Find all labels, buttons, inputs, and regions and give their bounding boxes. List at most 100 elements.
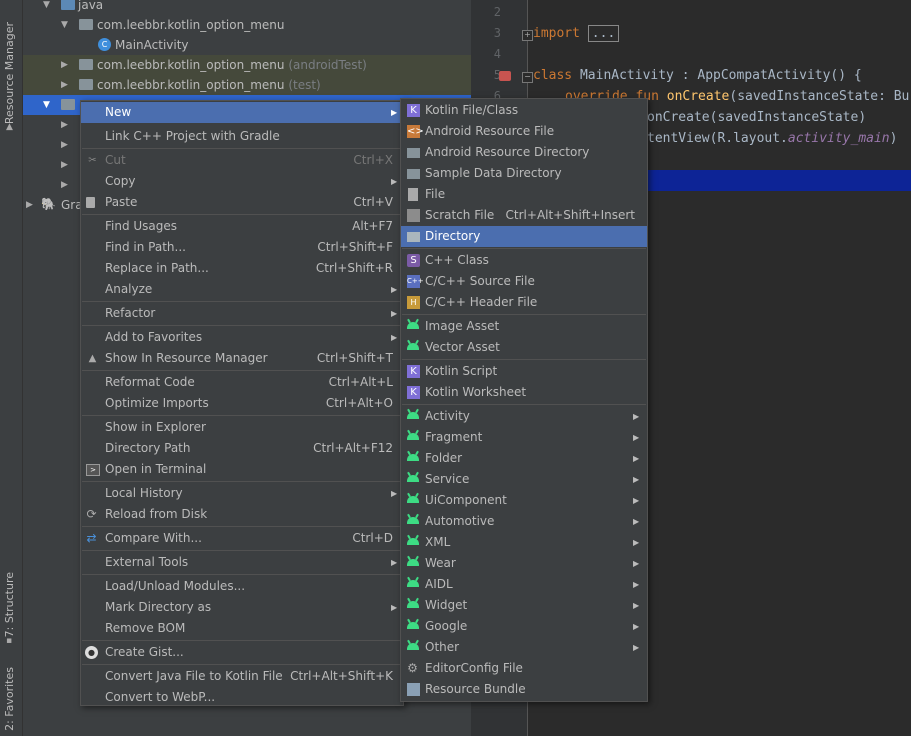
new-service[interactable]: Service ▶ xyxy=(401,469,647,490)
menu-item-add-to-favorites[interactable]: Add to Favorites ▶ xyxy=(81,327,403,348)
folder-icon xyxy=(407,169,420,179)
menu-item-convert-to-webp[interactable]: Convert to WebP... xyxy=(81,687,403,708)
menu-item-local-history[interactable]: Local History ▶ xyxy=(81,483,403,504)
submenu-arrow-icon: ▶ xyxy=(391,333,398,342)
menu-item-mark-directory-as[interactable]: Mark Directory as ▶ xyxy=(81,597,403,618)
collapse-arrow-icon[interactable]: ▶ xyxy=(61,115,68,135)
menu-item-paste[interactable]: Paste Ctrl+V xyxy=(81,192,403,213)
menu-item-show-in-resource-manager[interactable]: ▲ Show In Resource Manager Ctrl+Shift+T xyxy=(81,348,403,369)
new-kotlin-worksheet[interactable]: K Kotlin Worksheet xyxy=(401,382,647,403)
new-kotlin-file[interactable]: K Kotlin File/Class xyxy=(401,100,647,121)
menu-item-convert-java-to-kotlin[interactable]: Convert Java File to Kotlin File Ctrl+Alt… xyxy=(81,666,403,687)
new-file[interactable]: File xyxy=(401,184,647,205)
new-uicomponent[interactable]: UiComponent ▶ xyxy=(401,490,647,511)
new-scratch-file[interactable]: Scratch File Ctrl+Alt+Shift+Insert xyxy=(401,205,647,226)
menu-item-load-unload-modules[interactable]: Load/Unload Modules... xyxy=(81,576,403,597)
expand-arrow-icon[interactable]: ▼ xyxy=(43,0,50,15)
menu-item-open-in-terminal[interactable]: > Open in Terminal xyxy=(81,459,403,480)
new-widget[interactable]: Widget ▶ xyxy=(401,595,647,616)
line-number: 5 xyxy=(493,68,501,82)
collapse-arrow-icon[interactable]: ▶ xyxy=(61,135,68,155)
new-wear[interactable]: Wear ▶ xyxy=(401,553,647,574)
tree-row-package-test[interactable]: ▶ com.leebbr.kotlin_option_menu (test) xyxy=(23,75,471,95)
android-icon xyxy=(407,538,419,545)
collapse-arrow-icon[interactable]: ▶ xyxy=(26,195,33,215)
tree-suffix: (test) xyxy=(288,78,321,92)
android-icon xyxy=(407,580,419,587)
kotlin-file-icon: K xyxy=(407,104,420,117)
menu-item-refactor[interactable]: Refactor ▶ xyxy=(81,303,403,324)
menu-item-find-in-path[interactable]: Find in Path... Ctrl+Shift+F xyxy=(81,237,403,258)
android-icon xyxy=(407,475,419,482)
fold-plus-icon[interactable]: + xyxy=(522,30,533,41)
menu-item-replace-in-path[interactable]: Replace in Path... Ctrl+Shift+R xyxy=(81,258,403,279)
menu-item-optimize-imports[interactable]: Optimize Imports Ctrl+Alt+O xyxy=(81,393,403,414)
tool-window-strip: Resource Manager ▲ 7: Structure ▪ 2: Fav… xyxy=(0,0,23,736)
menu-item-link-cpp[interactable]: Link C++ Project with Gradle xyxy=(81,126,403,147)
menu-item-external-tools[interactable]: External Tools ▶ xyxy=(81,552,403,573)
class-keyword: class xyxy=(533,68,573,83)
new-android-resource-file[interactable]: <> Android Resource File xyxy=(401,121,647,142)
fold-minus-icon[interactable]: − xyxy=(522,72,533,83)
package-icon xyxy=(79,79,93,90)
tree-row-java[interactable]: ▼ java xyxy=(23,0,471,15)
new-editorconfig[interactable]: ⚙ EditorConfig File xyxy=(401,658,647,679)
menu-item-cut[interactable]: ✂ Cut Ctrl+X xyxy=(81,150,403,171)
menu-item-directory-path[interactable]: Directory Path Ctrl+Alt+F12 xyxy=(81,438,403,459)
collapse-arrow-icon[interactable]: ▶ xyxy=(61,75,68,95)
new-android-resource-directory[interactable]: Android Resource Directory xyxy=(401,142,647,163)
new-cpp-source[interactable]: C++ C/C++ Source File xyxy=(401,271,647,292)
favorites-tab[interactable]: 2: Favorites xyxy=(3,667,16,731)
resource-file-icon: <> xyxy=(407,125,424,138)
menu-item-reformat-code[interactable]: Reformat Code Ctrl+Alt+L xyxy=(81,372,403,393)
menu-item-new[interactable]: New ▶ xyxy=(81,102,403,123)
new-kotlin-script[interactable]: K Kotlin Script xyxy=(401,361,647,382)
menu-item-remove-bom[interactable]: Remove BOM xyxy=(81,618,403,639)
tree-row-main-activity[interactable]: C MainActivity xyxy=(23,35,471,55)
submenu-arrow-icon: ▶ xyxy=(633,601,640,610)
collapse-arrow-icon[interactable]: ▶ xyxy=(61,155,68,175)
submenu-arrow-icon: ▶ xyxy=(633,496,640,505)
new-cpp-class[interactable]: S C++ Class xyxy=(401,250,647,271)
new-resource-bundle[interactable]: Resource Bundle xyxy=(401,679,647,700)
menu-item-analyze[interactable]: Analyze ▶ xyxy=(81,279,403,300)
submenu-arrow-icon: ▶ xyxy=(633,643,640,652)
new-activity[interactable]: Activity ▶ xyxy=(401,406,647,427)
menu-item-find-usages[interactable]: Find Usages Alt+F7 xyxy=(81,216,403,237)
new-fragment[interactable]: Fragment ▶ xyxy=(401,427,647,448)
new-other[interactable]: Other ▶ xyxy=(401,637,647,658)
menu-item-compare-with[interactable]: ⇄ Compare With... Ctrl+D xyxy=(81,528,403,549)
new-sample-data-directory[interactable]: Sample Data Directory xyxy=(401,163,647,184)
menu-item-copy[interactable]: Copy ▶ xyxy=(81,171,403,192)
kotlin-class-icon: C xyxy=(98,38,111,51)
setcontent-call: tentView(R.layout. xyxy=(647,131,788,146)
new-directory[interactable]: Directory xyxy=(401,226,647,247)
new-vector-asset[interactable]: Vector Asset xyxy=(401,337,647,358)
tree-row-package-android-test[interactable]: ▶ com.leebbr.kotlin_option_menu (android… xyxy=(23,55,471,75)
collapse-arrow-icon[interactable]: ▶ xyxy=(61,175,68,195)
expand-arrow-icon[interactable]: ▼ xyxy=(61,15,68,35)
submenu-arrow-icon: ▶ xyxy=(633,538,640,547)
new-aidl[interactable]: AIDL ▶ xyxy=(401,574,647,595)
new-cpp-header[interactable]: H C/C++ Header File xyxy=(401,292,647,313)
new-folder[interactable]: Folder ▶ xyxy=(401,448,647,469)
kotlin-worksheet-icon: K xyxy=(407,386,420,399)
expand-arrow-icon[interactable]: ▼ xyxy=(43,95,50,115)
activity-gutter-icon[interactable] xyxy=(499,71,511,81)
new-google[interactable]: Google ▶ xyxy=(401,616,647,637)
menu-item-reload-from-disk[interactable]: ⟳ Reload from Disk xyxy=(81,504,403,525)
layout-reference: activity_main xyxy=(787,131,890,146)
menu-item-create-gist[interactable]: ● Create Gist... xyxy=(81,642,403,663)
cpp-header-icon: H xyxy=(407,296,420,309)
collapse-arrow-icon[interactable]: ▶ xyxy=(61,55,68,75)
submenu-arrow-icon: ▶ xyxy=(391,558,398,567)
new-automotive[interactable]: Automotive ▶ xyxy=(401,511,647,532)
structure-tab[interactable]: 7: Structure xyxy=(3,572,16,637)
resource-manager-tab[interactable]: Resource Manager xyxy=(3,22,16,124)
tree-label: com.leebbr.kotlin_option_menu xyxy=(97,18,285,32)
tree-row-package-main[interactable]: ▼ com.leebbr.kotlin_option_menu xyxy=(23,15,471,35)
new-xml[interactable]: XML ▶ xyxy=(401,532,647,553)
menu-item-show-in-explorer[interactable]: Show in Explorer xyxy=(81,417,403,438)
new-image-asset[interactable]: Image Asset xyxy=(401,316,647,337)
folded-imports[interactable]: ... xyxy=(587,25,620,42)
